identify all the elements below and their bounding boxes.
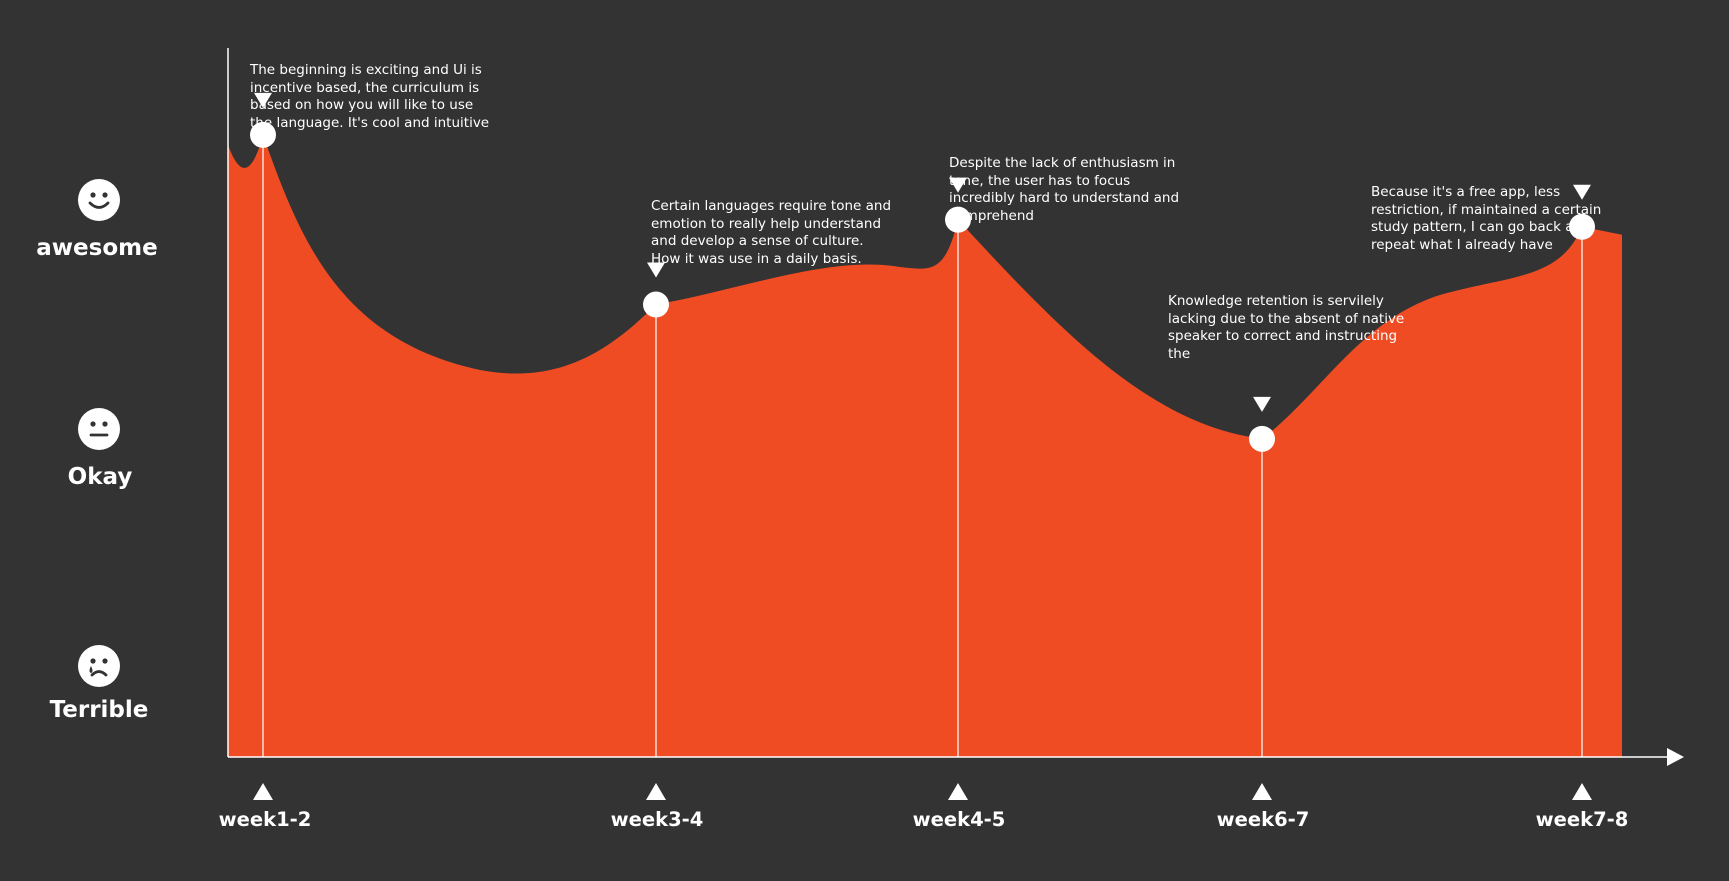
x-axis-arrow-icon: [1667, 748, 1684, 766]
annotation-week6-7: Knowledge retention is servilely lacking…: [1168, 293, 1405, 362]
y-level-awesome: awesome: [36, 235, 158, 261]
annotation-week1-2: The beginning is exciting and Ui is ince…: [250, 62, 490, 131]
x-tick-label: week3-4: [610, 808, 704, 831]
marker-down-icon: [1253, 396, 1271, 412]
annotation-week7-8: Because it's a free app, less restrictio…: [1371, 184, 1602, 253]
tick-up-icon: [1252, 783, 1272, 800]
tick-up-icon: [646, 783, 666, 800]
crying-face-icon: [78, 645, 120, 687]
x-tick-label: week6-7: [1216, 808, 1310, 831]
x-tick-label: week7-8: [1535, 808, 1629, 831]
data-point: [643, 291, 669, 318]
data-point: [1249, 425, 1275, 452]
y-level-terrible: Terrible: [49, 697, 149, 723]
tick-up-icon: [948, 783, 968, 800]
y-level-okay: Okay: [67, 464, 133, 490]
annotation-week3-4: Certain languages require tone and emoti…: [651, 198, 892, 267]
tick-up-icon: [1572, 783, 1592, 800]
chart-svg: [227, 48, 1684, 800]
journey-chart: awesome Okay Terrible The beginning is e…: [0, 0, 1729, 881]
tick-up-icon: [253, 783, 273, 800]
neutral-face-icon: [78, 408, 120, 450]
x-tick-label: week4-5: [912, 808, 1006, 831]
smile-face-icon: [78, 179, 120, 221]
x-tick-label: week1-2: [218, 808, 312, 831]
annotation-week4-5: Despite the lack of enthusiasm in tone, …: [949, 155, 1180, 224]
